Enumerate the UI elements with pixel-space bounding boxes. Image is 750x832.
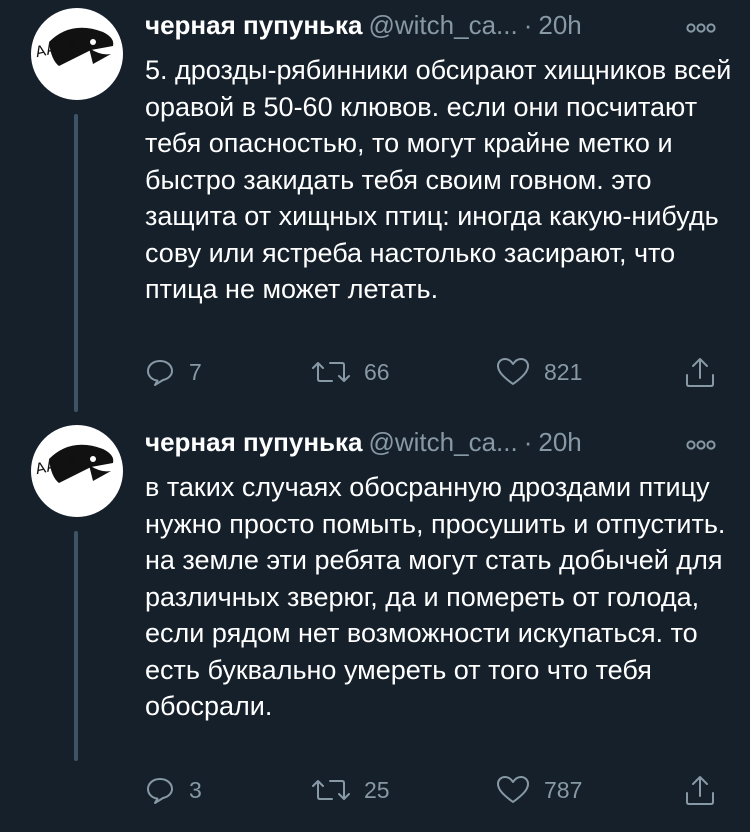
display-name[interactable]: черная пупунька	[145, 10, 362, 40]
crow-icon: AAAA	[34, 27, 114, 66]
retweet-icon	[312, 362, 350, 382]
tweet-text: 5. дрозды-рябинники обсирают хищников вс…	[145, 55, 732, 304]
tweet-header: черная пупунька @witch_ca... · 20h	[145, 10, 582, 44]
retweet-count: 66	[364, 358, 390, 385]
avatar[interactable]: AAAA	[31, 8, 123, 100]
tweet-text: в таких случаях обосранную дроздами птиц…	[145, 472, 726, 721]
display-name[interactable]: черная пупунька	[145, 427, 362, 457]
reply-button[interactable]: 7	[145, 355, 202, 389]
thread-line	[74, 531, 78, 761]
thread-line	[74, 114, 78, 412]
avatar[interactable]: AAAA	[31, 425, 123, 517]
reply-icon	[147, 360, 173, 386]
reply-count: 3	[189, 776, 202, 803]
crow-icon: AAAA	[34, 444, 114, 483]
username[interactable]: @witch_ca...	[368, 10, 517, 40]
heart-icon	[497, 358, 529, 385]
username[interactable]: @witch_ca...	[368, 427, 517, 457]
timestamp[interactable]: 20h	[538, 427, 581, 457]
retweet-count: 25	[364, 776, 390, 803]
like-button[interactable]: 787	[496, 773, 582, 807]
like-count: 787	[544, 776, 583, 803]
share-icon	[686, 358, 714, 387]
heart-icon	[497, 776, 529, 803]
reply-icon	[147, 778, 173, 804]
separator: ·	[523, 427, 533, 457]
retweet-button[interactable]: 25	[312, 773, 390, 807]
more-options-icon[interactable]	[683, 435, 719, 455]
like-button[interactable]: 821	[496, 355, 582, 389]
tweet-header: черная пупунька @witch_ca... · 20h	[145, 427, 582, 461]
timestamp[interactable]: 20h	[538, 10, 581, 40]
separator: ·	[523, 10, 533, 40]
reply-button[interactable]: 3	[145, 773, 202, 807]
reply-count: 7	[189, 358, 202, 385]
like-count: 821	[544, 358, 583, 385]
tweet[interactable]: AAAA черная пупунька @witch_ca... · 20h 5. …	[0, 0, 750, 415]
retweet-button[interactable]: 66	[312, 355, 390, 389]
tweet[interactable]: AAAA черная пупунька @witch_ca... · 20h в т…	[0, 415, 750, 832]
more-options-icon[interactable]	[683, 18, 719, 38]
share-button[interactable]	[684, 355, 716, 389]
share-button[interactable]	[684, 773, 716, 807]
retweet-icon	[312, 780, 350, 800]
share-icon	[686, 776, 714, 805]
